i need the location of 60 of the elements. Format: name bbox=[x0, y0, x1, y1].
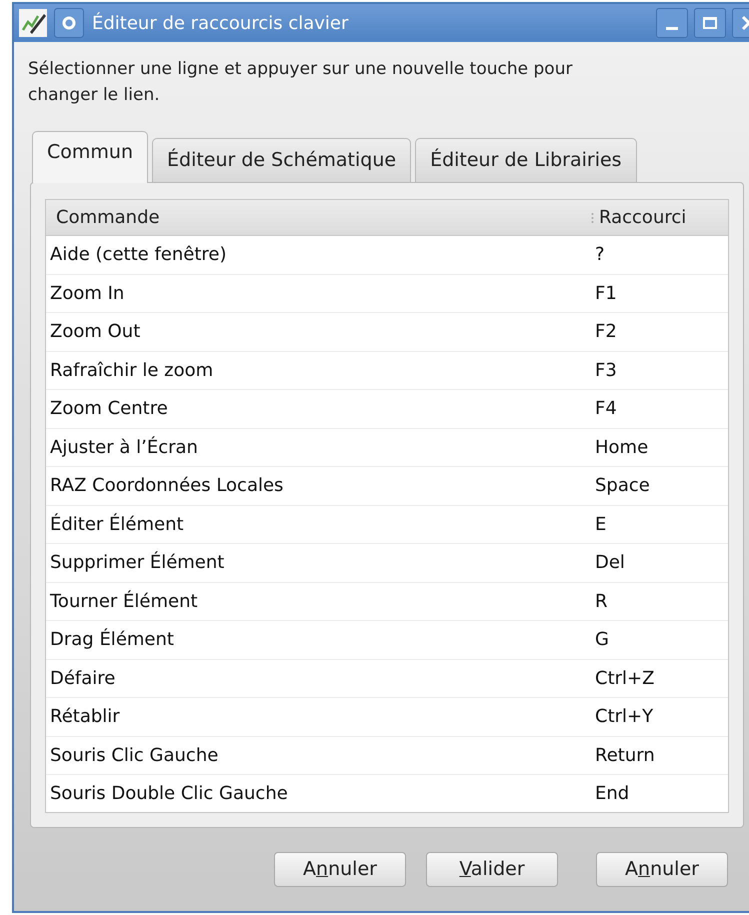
table-cell-text: Del bbox=[594, 551, 625, 576]
table-cell-text: Rafraîchir le zoom bbox=[49, 358, 214, 383]
column-header[interactable]: Commande bbox=[46, 204, 591, 231]
table-cell-text: Drag Élément bbox=[49, 627, 175, 652]
table-cell-text: F4 bbox=[594, 397, 617, 422]
table-cell-text: Home bbox=[594, 436, 648, 460]
table-cell-text: Supprimer Élément bbox=[49, 550, 226, 576]
table-cell-text: ? bbox=[594, 243, 605, 268]
table-cell-text: Rétablir bbox=[49, 705, 121, 730]
table-cell-text: Aide (cette fenêtre) bbox=[49, 243, 228, 268]
table-cell-text: Ctrl+Z bbox=[594, 666, 654, 691]
tab[interactable]: Éditeur de Schématique bbox=[152, 138, 412, 182]
window-title: Éditeur de raccourcis clavier bbox=[92, 11, 348, 36]
table-cell-text: Ctrl+Y bbox=[594, 705, 654, 730]
table-cell-text: Tourner Élément bbox=[49, 589, 199, 614]
table-row[interactable]: Zoom Centre F4 bbox=[46, 390, 728, 428]
table-row[interactable]: Ajuster à l’Écran Home bbox=[46, 428, 728, 467]
tab[interactable]: Éditeur de Librairies bbox=[415, 138, 637, 182]
minimize-button[interactable] bbox=[656, 8, 688, 38]
table-row[interactable]: Rétablir Ctrl+Y bbox=[46, 698, 728, 736]
table-row[interactable]: RAZ Coordonnées Locales Space bbox=[46, 467, 728, 506]
table-row[interactable]: Rafraîchir le zoom F3 bbox=[46, 352, 728, 390]
dialog-button[interactable]: Annuler bbox=[596, 852, 728, 887]
table-row[interactable]: Aide (cette fenêtre) ? bbox=[46, 236, 728, 274]
table-cell-text: Défaire bbox=[49, 666, 116, 691]
dialog-button[interactable]: Annuler bbox=[274, 852, 406, 887]
table-row[interactable]: Tourner Élément R bbox=[46, 582, 728, 621]
dialog-button[interactable]: Valider bbox=[426, 852, 558, 887]
instruction-text: Sélectionner une ligne et appuyer sur une nouvelle touche pour changer le lien. bbox=[28, 58, 574, 107]
table-row[interactable]: Zoom Out F2 bbox=[46, 313, 728, 352]
grip-icon bbox=[591, 212, 594, 224]
table-cell-text: R bbox=[594, 590, 608, 614]
table-cell-text: Zoom Out bbox=[49, 320, 142, 344]
menu-icon[interactable] bbox=[54, 8, 84, 38]
table-cell-text: G bbox=[594, 628, 609, 652]
table-row[interactable]: Drag Élément G bbox=[46, 621, 728, 660]
table-cell-text: End bbox=[594, 782, 630, 806]
table-cell-text: Zoom Centre bbox=[49, 397, 169, 422]
column-header[interactable]: Raccourci bbox=[599, 204, 686, 231]
table-cell-text: Ajuster à l’Écran bbox=[49, 435, 199, 460]
table-cell-text: E bbox=[594, 512, 606, 537]
table-row[interactable]: Éditer Élément E bbox=[46, 506, 728, 544]
table-row[interactable]: Zoom In F1 bbox=[46, 274, 728, 313]
table-cell-text: Souris Double Clic Gauche bbox=[49, 782, 289, 806]
table-cell-text: Zoom In bbox=[49, 282, 126, 306]
table-row[interactable]: Souris Double Clic Gauche End bbox=[46, 775, 728, 814]
table-row[interactable]: Souris Clic Gauche Return bbox=[46, 736, 728, 775]
table-cell-text: Éditer Élément bbox=[49, 512, 185, 537]
tab[interactable]: Commun bbox=[32, 131, 148, 183]
table-row[interactable]: Supprimer Élément Del bbox=[46, 544, 728, 582]
table-row[interactable]: Défaire Ctrl+Z bbox=[46, 660, 728, 698]
pencil-logo-icon bbox=[18, 8, 48, 38]
table-cell-text: Space bbox=[594, 474, 650, 498]
table-cell-text: Return bbox=[594, 744, 655, 768]
table-cell-text: RAZ Coordonnées Locales bbox=[49, 474, 284, 498]
table-cell-text: F1 bbox=[594, 282, 617, 306]
table-cell-text: Souris Clic Gauche bbox=[49, 744, 220, 768]
maximize-button[interactable] bbox=[694, 8, 726, 38]
table-cell-text: F2 bbox=[594, 320, 617, 344]
table-cell-text: F3 bbox=[594, 358, 617, 383]
